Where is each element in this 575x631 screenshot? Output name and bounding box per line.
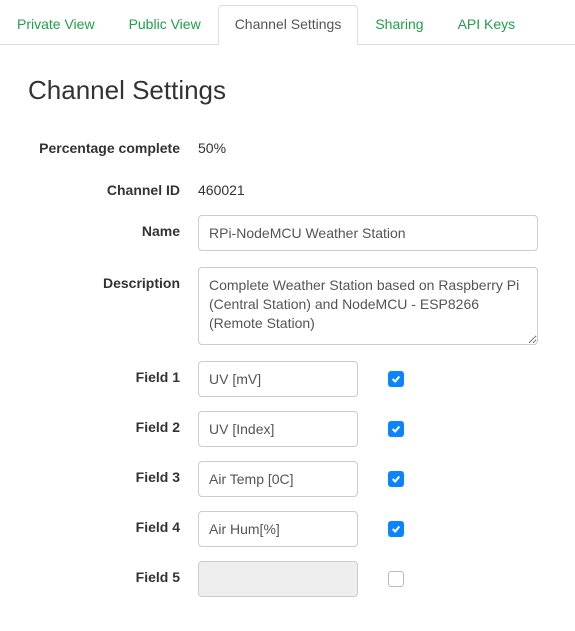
check-icon	[391, 424, 401, 434]
tab-sharing[interactable]: Sharing	[358, 5, 440, 45]
tab-bar: Private View Public View Channel Setting…	[0, 4, 575, 45]
content-area: Channel Settings Percentage complete 50%…	[0, 45, 575, 631]
percentage-complete-label: Percentage complete	[28, 132, 198, 158]
field1-label: Field 1	[28, 361, 198, 387]
check-icon	[391, 474, 401, 484]
field2-checkbox[interactable]	[388, 421, 404, 437]
tab-api-keys[interactable]: API Keys	[441, 5, 533, 45]
field3-input[interactable]	[198, 461, 358, 497]
field5-checkbox[interactable]	[388, 571, 404, 587]
description-label: Description	[28, 267, 198, 293]
field4-label: Field 4	[28, 511, 198, 537]
channel-id-label: Channel ID	[28, 174, 198, 200]
field5-label: Field 5	[28, 561, 198, 587]
field1-checkbox[interactable]	[388, 371, 404, 387]
page-title: Channel Settings	[28, 75, 555, 106]
percentage-complete-value: 50%	[198, 132, 226, 156]
tab-public-view[interactable]: Public View	[112, 5, 218, 45]
field2-label: Field 2	[28, 411, 198, 437]
channel-id-value: 460021	[198, 174, 245, 198]
name-input[interactable]	[198, 215, 538, 251]
field3-checkbox[interactable]	[388, 471, 404, 487]
field1-input[interactable]	[198, 361, 358, 397]
tab-private-view[interactable]: Private View	[0, 5, 112, 45]
description-textarea[interactable]	[198, 267, 538, 345]
name-label: Name	[28, 215, 198, 241]
field3-label: Field 3	[28, 461, 198, 487]
check-icon	[391, 524, 401, 534]
field4-checkbox[interactable]	[388, 521, 404, 537]
field4-input[interactable]	[198, 511, 358, 547]
tab-channel-settings[interactable]: Channel Settings	[218, 5, 359, 45]
field5-input[interactable]	[198, 561, 358, 597]
field2-input[interactable]	[198, 411, 358, 447]
check-icon	[391, 374, 401, 384]
